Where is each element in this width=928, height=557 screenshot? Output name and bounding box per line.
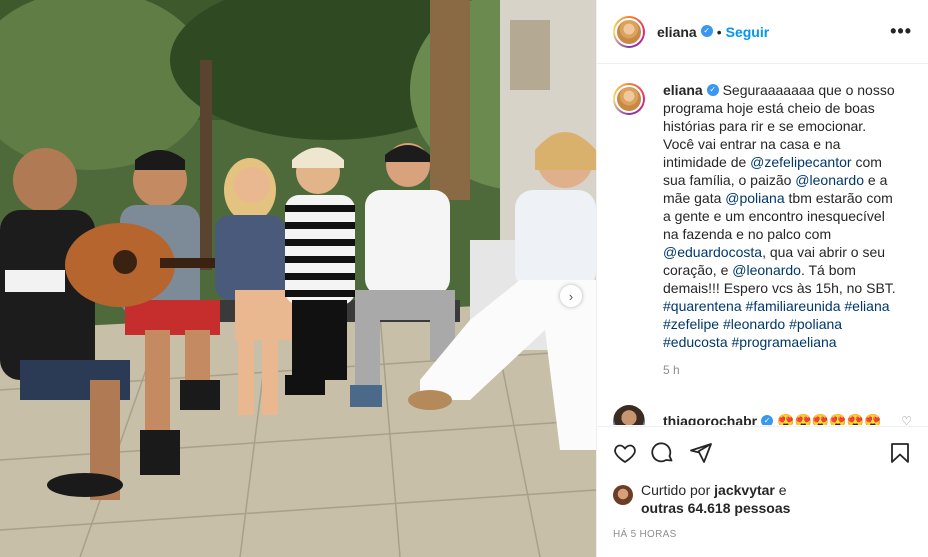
comments-section: eliana ✓ Seguraaaaaaa que o nosso program… xyxy=(597,65,928,425)
post-header: eliana ✓ • Seguir ••• xyxy=(597,0,928,64)
hashtag-link[interactable]: #eliana xyxy=(844,298,889,314)
liked-by: Curtido por jackvytar e outras 64.618 pe… xyxy=(609,481,916,517)
mention-link[interactable]: @poliana xyxy=(725,190,784,206)
more-options-icon[interactable]: ••• xyxy=(890,21,912,42)
verified-badge-icon: ✓ xyxy=(761,414,774,425)
mention-link[interactable]: @eduardocosta xyxy=(663,244,762,260)
liker-username[interactable]: jackvytar xyxy=(714,482,775,498)
likes-count[interactable]: outras 64.618 pessoas xyxy=(641,500,790,516)
hashtag-link[interactable]: #programaeliana xyxy=(732,334,837,350)
heart-icon[interactable] xyxy=(609,437,641,469)
hashtag-link[interactable]: #familiareunida xyxy=(746,298,841,314)
author-username[interactable]: eliana xyxy=(657,24,697,40)
separator-dot: • xyxy=(716,23,722,40)
caption-age[interactable]: 5 h xyxy=(663,361,901,379)
likes-text: Curtido por jackvytar e outras 64.618 pe… xyxy=(641,481,790,517)
liked-by-prefix: Curtido por xyxy=(641,482,715,498)
instagram-post: › eliana ✓ • Seguir ••• eliana ✓ Seguraaa… xyxy=(0,0,928,557)
author-avatar[interactable] xyxy=(613,15,645,48)
hashtag-link[interactable]: #educosta xyxy=(663,334,728,350)
comment-like-icon[interactable]: ♡ xyxy=(901,414,912,425)
caption-username[interactable]: eliana xyxy=(663,82,703,98)
liked-by-and: e xyxy=(774,482,787,498)
caption-text: eliana ✓ Seguraaaaaaa que o nosso program… xyxy=(663,81,901,379)
follow-button[interactable]: Seguir xyxy=(726,24,770,40)
hashtag-link[interactable]: #quarentena xyxy=(663,298,742,314)
commenter-username[interactable]: thiagorochabr xyxy=(663,413,757,426)
hashtag-link[interactable]: #leonardo xyxy=(723,316,785,332)
mention-link[interactable]: @zefelipecantor xyxy=(750,154,851,170)
mention-link[interactable]: @leonardo xyxy=(795,172,864,188)
action-icons xyxy=(609,437,916,469)
verified-badge-icon: ✓ xyxy=(706,84,719,97)
hashtag-link[interactable]: #zefelipe xyxy=(663,316,719,332)
carousel-next-button[interactable]: › xyxy=(560,285,582,307)
post-timestamp[interactable]: HÁ 5 HORAS xyxy=(609,529,916,540)
hashtag-link[interactable]: #poliana xyxy=(789,316,842,332)
post-side-panel: eliana ✓ • Seguir ••• eliana ✓ Seguraaaaa… xyxy=(596,0,928,557)
comment-text: thiagorochabr ✓ 😍😍😍😍😍😍 xyxy=(663,412,882,426)
comment-body: 😍😍😍😍😍😍 xyxy=(777,412,882,426)
liker-avatar[interactable] xyxy=(613,485,633,505)
chevron-right-icon: › xyxy=(568,288,574,304)
share-icon[interactable] xyxy=(685,437,717,469)
mention-link[interactable]: @leonardo xyxy=(732,262,801,278)
verified-badge-icon: ✓ xyxy=(700,24,713,37)
post-photo[interactable]: › xyxy=(0,0,596,557)
comment-icon[interactable] xyxy=(647,437,679,469)
post-caption: eliana ✓ Seguraaaaaaa que o nosso program… xyxy=(613,81,912,379)
bookmark-icon[interactable] xyxy=(884,437,916,469)
commenter-avatar[interactable] xyxy=(613,405,645,425)
caption-author-avatar[interactable] xyxy=(613,83,645,115)
family-photo-illustration xyxy=(0,0,596,557)
comment-item: thiagorochabr ✓ 😍😍😍😍😍😍 ♡ xyxy=(613,405,912,425)
post-actions: Curtido por jackvytar e outras 64.618 pe… xyxy=(597,426,928,540)
